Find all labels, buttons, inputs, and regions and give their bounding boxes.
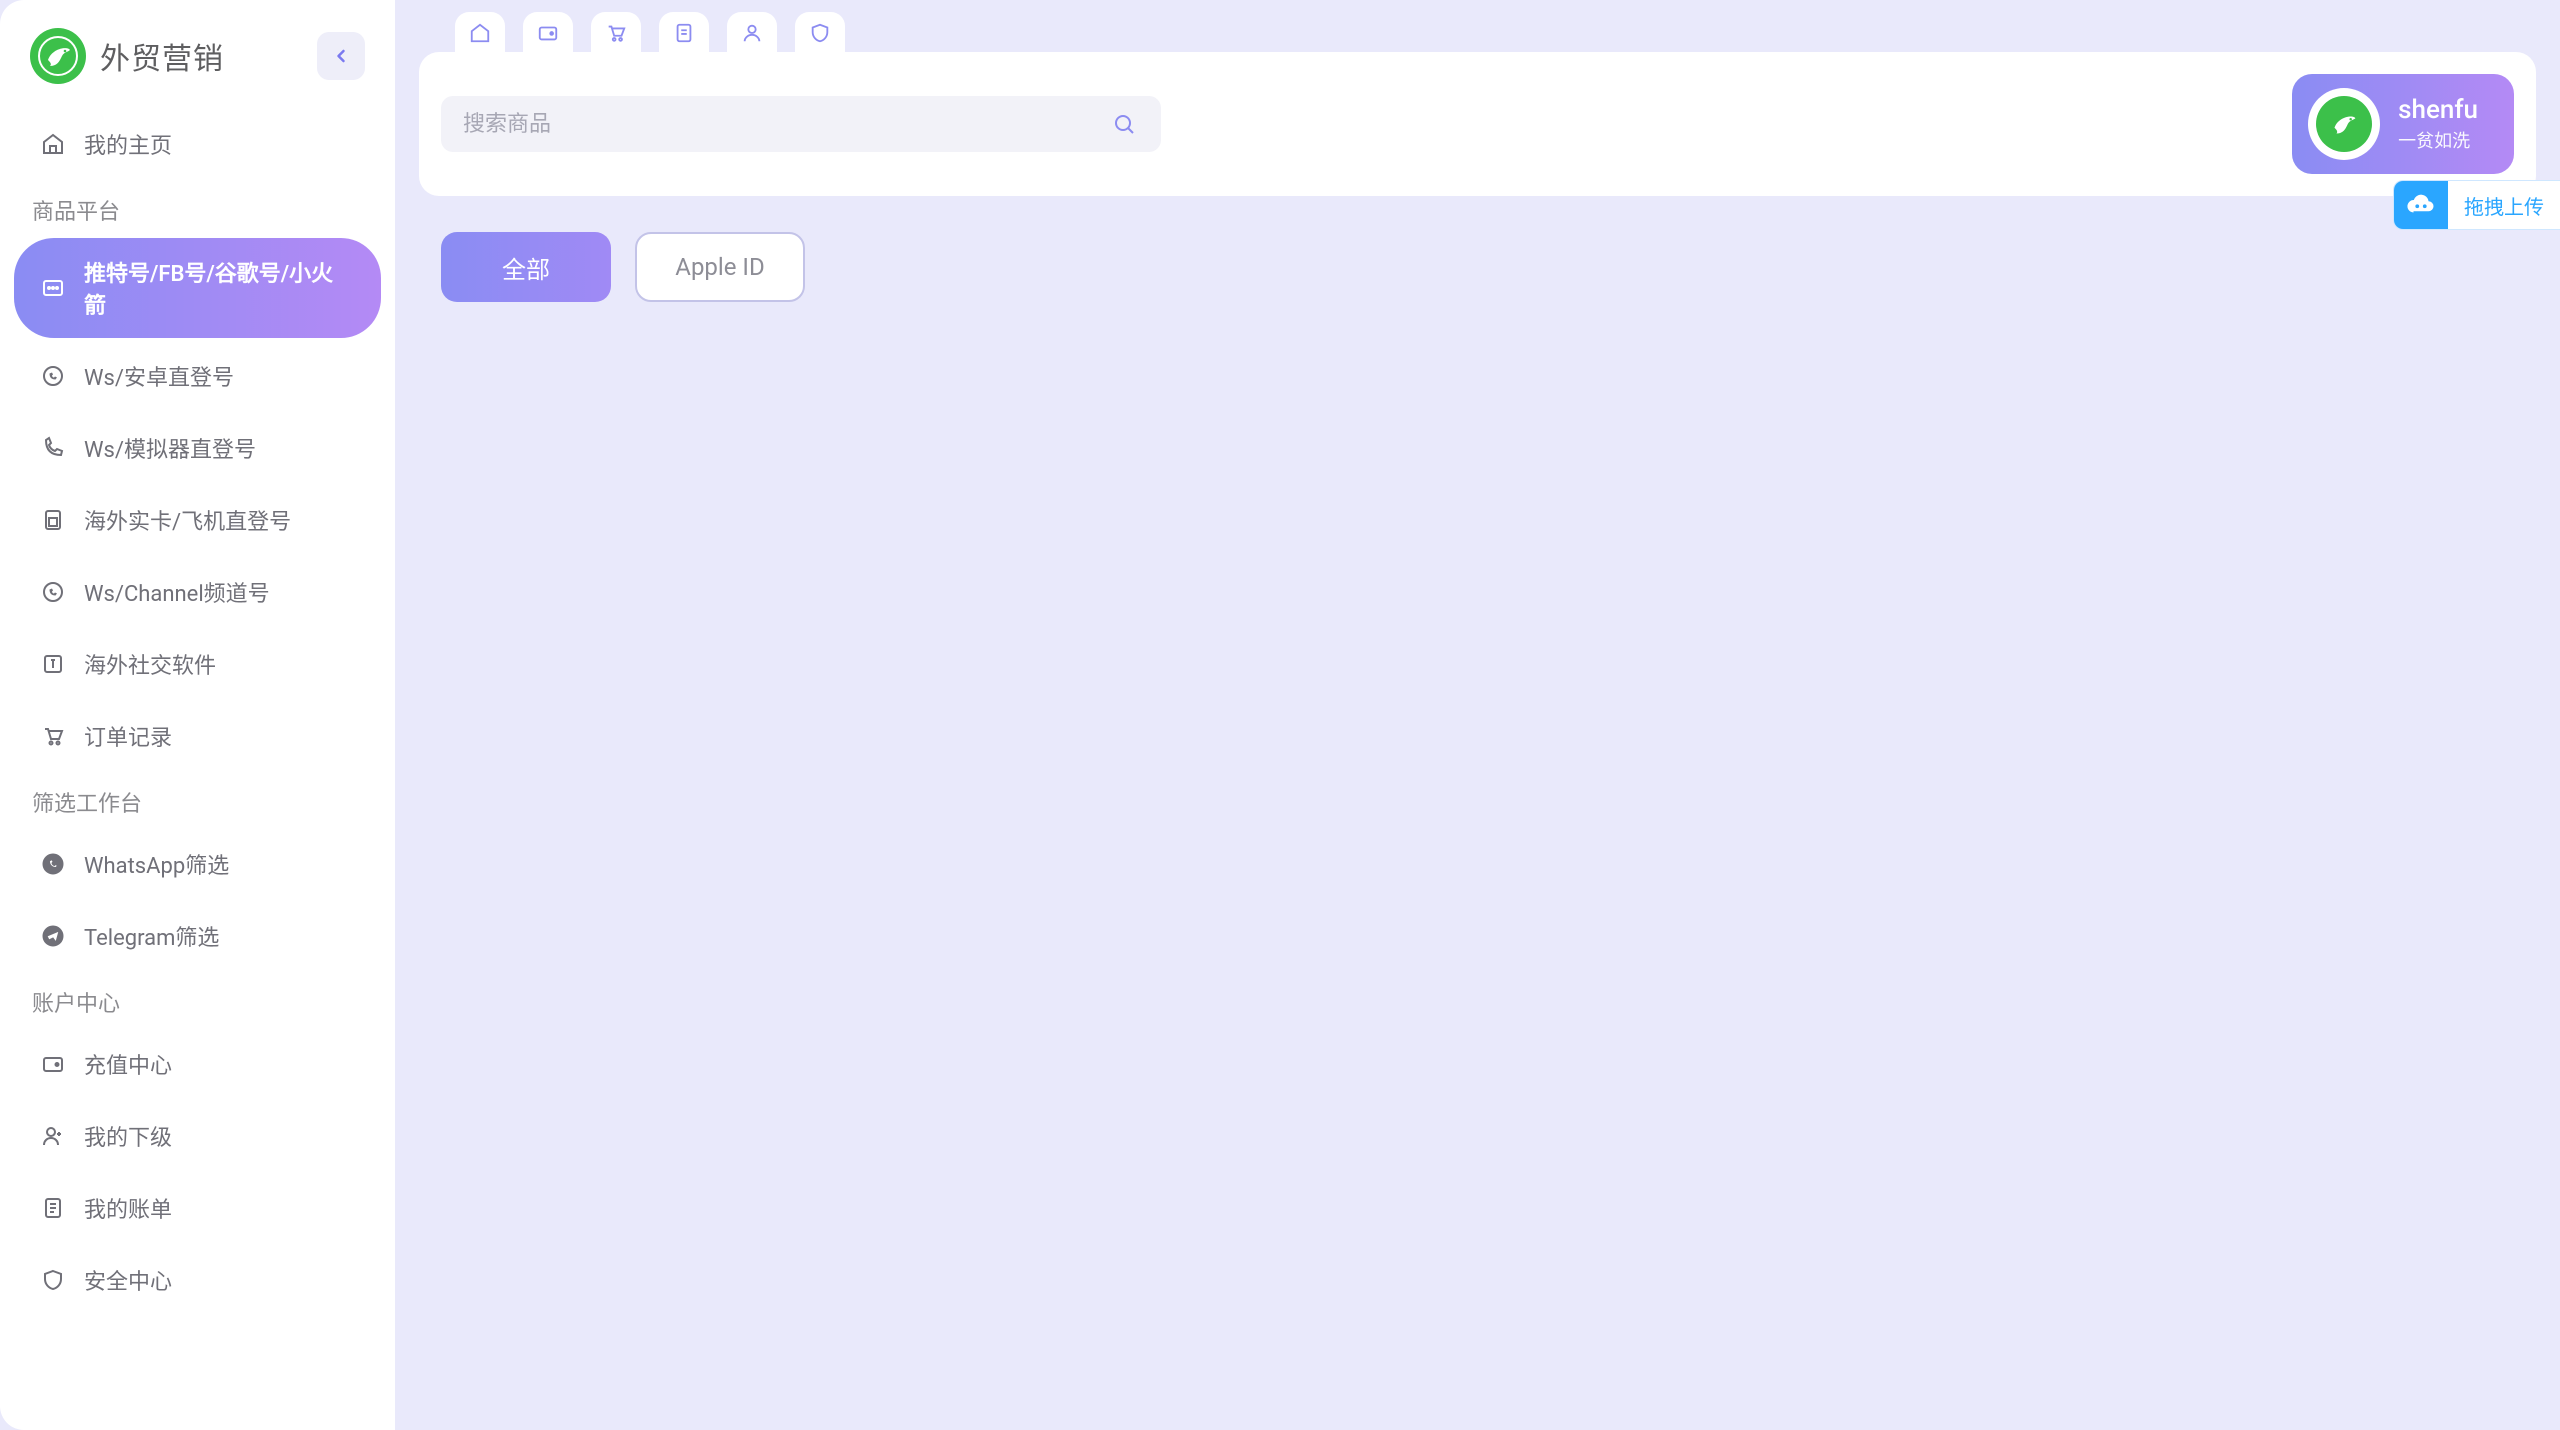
whatsapp-icon	[40, 579, 66, 605]
sidebar-item-overseas-sim[interactable]: 海外实卡/飞机直登号	[14, 486, 381, 554]
whatsapp-icon	[40, 363, 66, 389]
sidebar-item-label: 推特号/FB号/谷歌号/小火箭	[84, 256, 355, 320]
sidebar-item-security[interactable]: 安全中心	[14, 1246, 381, 1314]
sidebar-item-label: 充值中心	[84, 1048, 172, 1080]
user-tab-icon	[741, 22, 763, 44]
top-tab-bill[interactable]	[659, 12, 709, 54]
user-name: shenfu	[2398, 95, 2478, 125]
user-subtitle: 一贫如洗	[2398, 127, 2478, 153]
search-icon	[1112, 112, 1136, 136]
sidebar-item-label: 安全中心	[84, 1264, 172, 1296]
sidebar-item-social-apps[interactable]: 海外社交软件	[14, 630, 381, 698]
upload-widget[interactable]: 拖拽上传	[2393, 180, 2560, 230]
whatsapp-filled-icon	[40, 851, 66, 877]
user-pill[interactable]: shenfu 一贫如洗	[2292, 74, 2514, 174]
search-box	[441, 96, 1161, 152]
sidebar-item-ws-emulator[interactable]: Ws/模拟器直登号	[14, 414, 381, 482]
wallet-icon	[40, 1051, 66, 1077]
brand-logo	[30, 28, 86, 84]
sidebar-item-ws-channel[interactable]: Ws/Channel频道号	[14, 558, 381, 626]
sidebar-item-home[interactable]: 我的主页	[14, 110, 381, 178]
brand-title: 外贸营销	[100, 34, 224, 78]
main-content: shenfu 一贫如洗 全部 Apple ID 拖拽上传	[395, 0, 2560, 1430]
filter-label: 全部	[502, 250, 550, 285]
social-icon	[40, 651, 66, 677]
bill-tab-icon	[673, 22, 695, 44]
filter-row: 全部 Apple ID	[419, 196, 2536, 302]
sidebar-item-label: Ws/安卓直登号	[84, 360, 234, 392]
pigeon-avatar-icon	[2325, 105, 2363, 143]
pigeon-logo-icon	[38, 36, 78, 76]
cloud-icon	[2394, 181, 2448, 229]
wallet-tab-icon	[537, 22, 559, 44]
sidebar-item-orders[interactable]: 订单记录	[14, 702, 381, 770]
search-input[interactable]	[463, 111, 1109, 137]
sidebar-item-label: 我的主页	[84, 128, 172, 160]
bill-icon	[40, 1195, 66, 1221]
user-texts: shenfu 一贫如洗	[2398, 95, 2478, 153]
telegram-icon	[40, 923, 66, 949]
cart-tab-icon	[605, 22, 627, 44]
chevron-left-icon	[331, 46, 351, 66]
sidebar-item-label: Ws/模拟器直登号	[84, 432, 256, 464]
sidebar-item-label: 我的下级	[84, 1120, 172, 1152]
home-icon	[469, 22, 491, 44]
sidebar-header: 外贸营销	[6, 18, 389, 108]
sim-icon	[40, 507, 66, 533]
cart-icon	[40, 723, 66, 749]
sidebar-item-label: 我的账单	[84, 1192, 172, 1224]
upload-label: 拖拽上传	[2448, 191, 2560, 220]
sidebar-item-label: 订单记录	[84, 720, 172, 752]
search-button[interactable]	[1109, 109, 1139, 139]
sidebar-section-title: 账户中心	[6, 972, 389, 1028]
sidebar-item-label: Telegram筛选	[84, 920, 219, 952]
sidebar: 外贸营销 我的主页 商品平台 推特号/FB号/谷歌号/小火箭 Ws/安卓直登号 …	[0, 0, 395, 1430]
filter-all[interactable]: 全部	[441, 232, 611, 302]
sidebar-item-accounts[interactable]: 推特号/FB号/谷歌号/小火箭	[14, 238, 381, 338]
phone-icon	[40, 435, 66, 461]
sidebar-item-label: Ws/Channel频道号	[84, 576, 270, 608]
filter-label: Apple ID	[675, 253, 764, 281]
top-tab-user[interactable]	[727, 12, 777, 54]
sidebar-item-label: 海外社交软件	[84, 648, 216, 680]
shield-icon	[40, 1267, 66, 1293]
top-tab-home[interactable]	[455, 12, 505, 54]
search-card: shenfu 一贫如洗	[419, 52, 2536, 196]
sidebar-item-subordinates[interactable]: 我的下级	[14, 1102, 381, 1170]
sidebar-item-label: WhatsApp筛选	[84, 848, 229, 880]
sidebar-item-telegram-filter[interactable]: Telegram筛选	[14, 902, 381, 970]
sidebar-item-whatsapp-filter[interactable]: WhatsApp筛选	[14, 830, 381, 898]
chat-icon	[40, 275, 66, 301]
home-icon	[40, 131, 66, 157]
sidebar-section-title: 商品平台	[6, 180, 389, 236]
top-tab-row	[419, 12, 2536, 54]
sidebar-item-recharge[interactable]: 充值中心	[14, 1030, 381, 1098]
sidebar-section-title: 筛选工作台	[6, 772, 389, 828]
top-tab-cart[interactable]	[591, 12, 641, 54]
filter-apple-id[interactable]: Apple ID	[635, 232, 805, 302]
top-tab-wallet[interactable]	[523, 12, 573, 54]
sidebar-item-ws-android[interactable]: Ws/安卓直登号	[14, 342, 381, 410]
sidebar-item-label: 海外实卡/飞机直登号	[84, 504, 291, 536]
avatar	[2308, 88, 2380, 160]
sidebar-item-bills[interactable]: 我的账单	[14, 1174, 381, 1242]
topbar: shenfu 一贫如洗	[419, 12, 2536, 196]
user-plus-icon	[40, 1123, 66, 1149]
top-tab-shield[interactable]	[795, 12, 845, 54]
shield-tab-icon	[809, 22, 831, 44]
sidebar-collapse-button[interactable]	[317, 32, 365, 80]
